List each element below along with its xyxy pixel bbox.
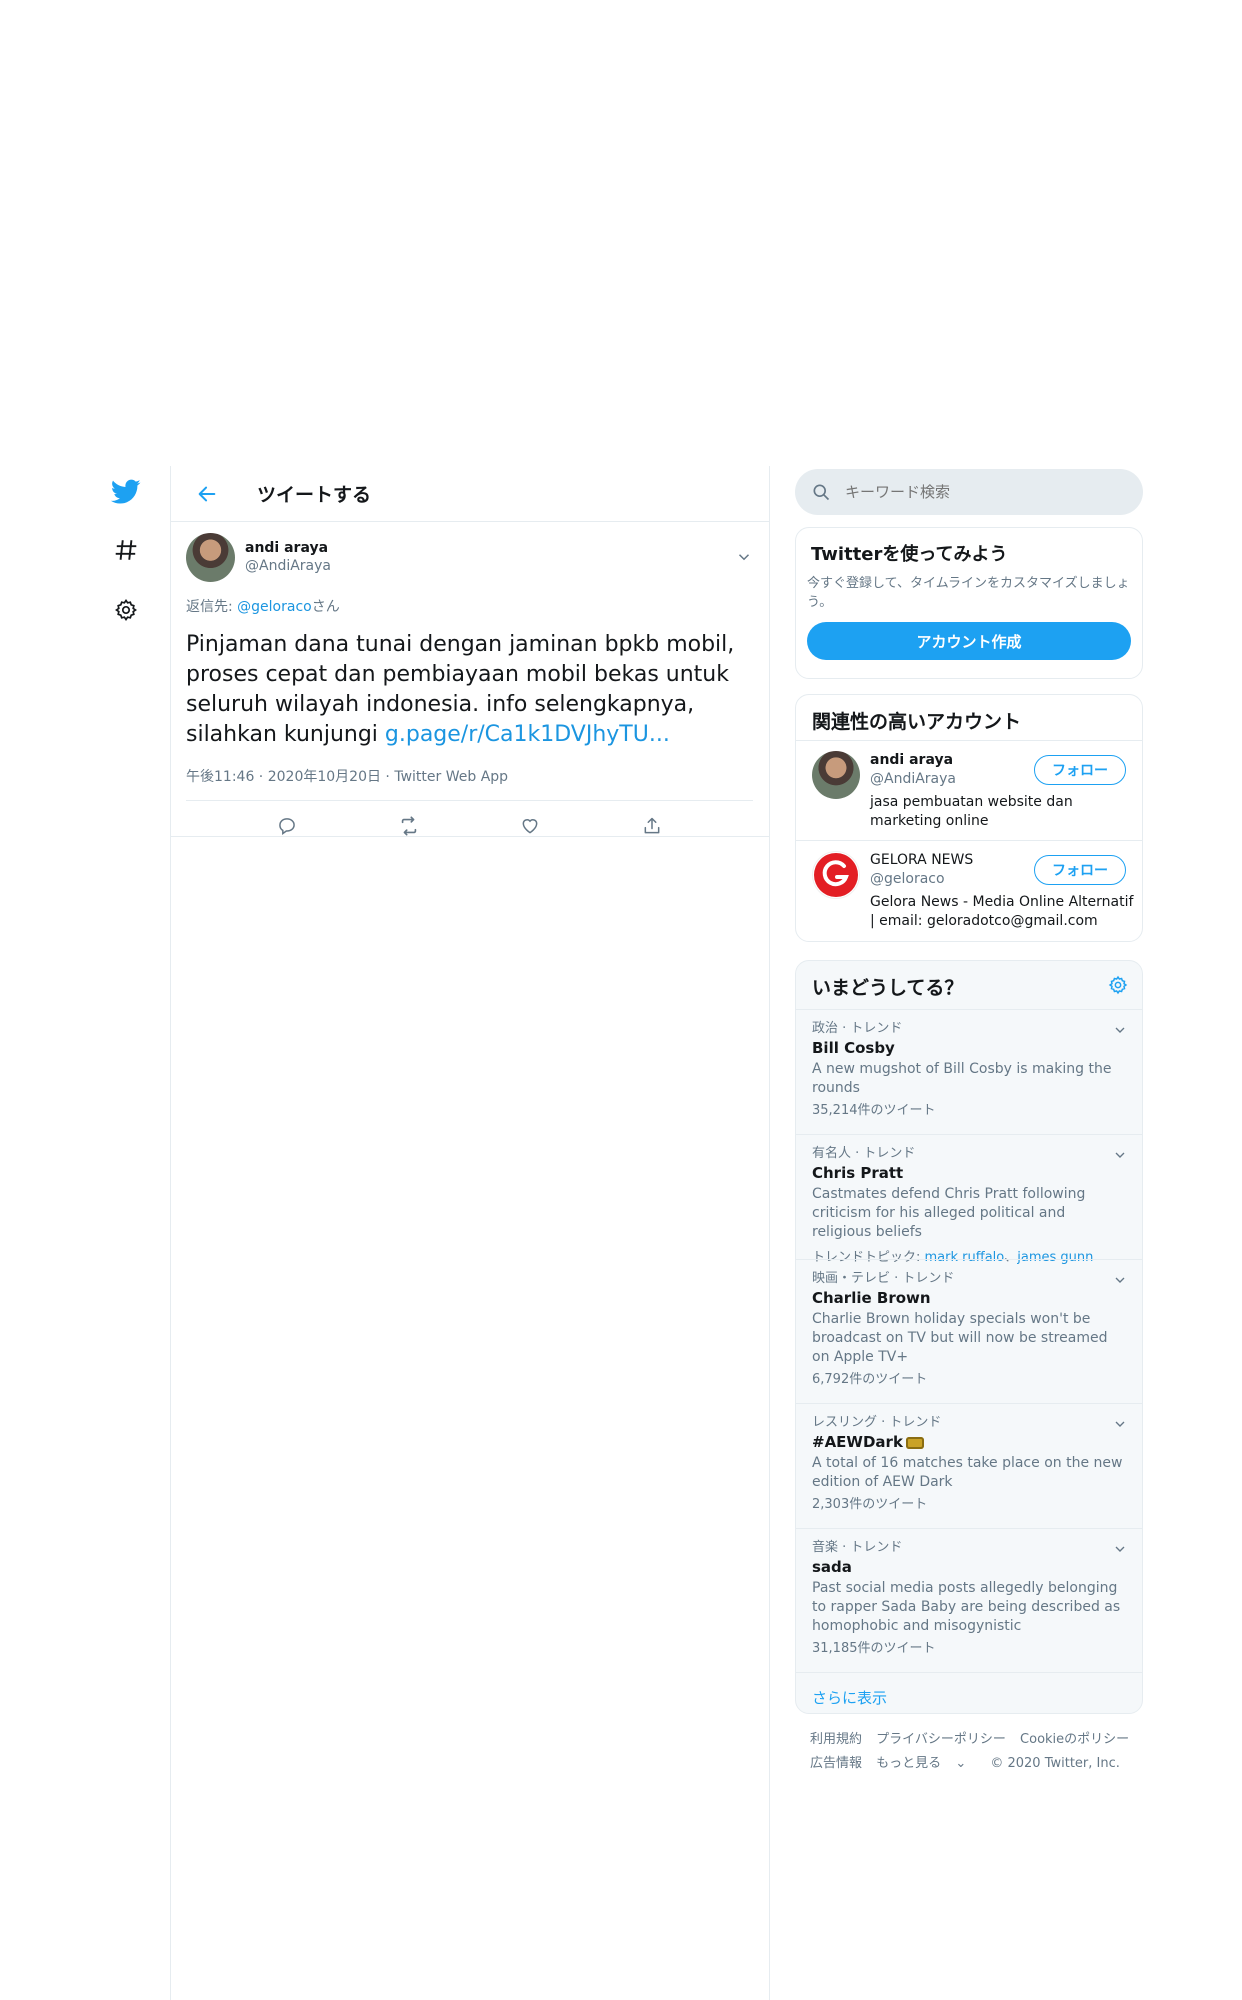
trends-title: いまどうしてる？ (812, 977, 964, 999)
footer-more-label[interactable]: もっと見る (876, 1756, 941, 1771)
trend-name[interactable]: #AEWDark (812, 1432, 1126, 1452)
trend-description: Past social media posts allegedly belong… (812, 1580, 1121, 1634)
reply-handle-link[interactable]: @geloraco (237, 599, 312, 615)
tweet-detail: andi araya @AndiAraya 返信先: @geloracoさん P… (171, 532, 769, 851)
page-header: ツイートする (171, 466, 769, 522)
trend-item[interactable]: 有名人 · トレンド Chris Pratt Castmates defend … (796, 1134, 1142, 1265)
related-title: 関連性の高いアカウント (812, 711, 1022, 733)
main-column: ツイートする andi araya @AndiAraya 返信先: @gelor… (170, 466, 770, 2000)
trend-item[interactable]: レスリング · トレンド #AEWDark A total of 16 matc… (796, 1403, 1142, 1528)
reply-context: 返信先: @geloracoさん (186, 596, 754, 616)
trend-item[interactable]: 音楽 · トレンド sada Past social media posts a… (796, 1528, 1142, 1672)
account-bio: jasa pembuatan website dan marketing onl… (870, 794, 1073, 829)
twitter-logo-icon[interactable] (110, 476, 142, 508)
footer-copyright: © 2020 Twitter, Inc. (990, 1756, 1120, 1771)
footer-ads-link[interactable]: 広告情報 (810, 1756, 862, 1771)
tweet-link[interactable]: g.page/r/Ca1k1DVJhyTU... (385, 722, 670, 747)
trend-name[interactable]: Chris Pratt (812, 1163, 1126, 1183)
tweet-author[interactable]: andi araya @AndiAraya (186, 532, 754, 582)
follow-button[interactable]: フォロー (1034, 855, 1126, 885)
trend-name[interactable]: Charlie Brown (812, 1288, 1126, 1308)
tweet-text: Pinjaman dana tunai dengan jaminan bpkb … (186, 630, 746, 750)
chevron-down-icon: ⌄ (955, 1756, 967, 1771)
signup-card: Twitterを使ってみよう 今すぐ登録して、タイムラインをカスタマイズしましょ… (795, 527, 1143, 679)
chevron-down-icon[interactable] (1112, 1147, 1128, 1163)
trend-description: Charlie Brown holiday specials won't be … (812, 1311, 1108, 1365)
trend-item[interactable]: 政治 · トレンド Bill Cosby A new mugshot of Bi… (796, 1009, 1142, 1134)
search-icon (813, 484, 830, 501)
related-account-item[interactable]: andi araya @AndiAraya jasa pembuatan web… (796, 740, 1142, 840)
trend-description: A new mugshot of Bill Cosby is making th… (812, 1061, 1112, 1096)
footer-privacy-link[interactable]: プライバシーポリシー (876, 1732, 1006, 1747)
related-accounts-card: 関連性の高いアカウント andi araya @AndiAraya jasa p… (795, 694, 1143, 942)
reply-suffix: さん (311, 599, 340, 615)
trend-category: 有名人 · トレンド (812, 1146, 916, 1161)
trends-card: いまどうしてる？ 政治 · トレンド Bill Cosby A new mugs… (795, 960, 1143, 1714)
trends-settings-gear-icon[interactable] (1108, 975, 1128, 999)
trend-name[interactable]: Bill Cosby (812, 1038, 1126, 1058)
trend-tweet-count: 31,185件のツイート (812, 1641, 936, 1656)
trend-tweet-count: 35,214件のツイート (812, 1103, 936, 1118)
trend-category: 映画・テレビ · トレンド (812, 1271, 955, 1286)
settings-gear-icon[interactable] (110, 594, 142, 626)
search-input[interactable] (845, 483, 1125, 501)
create-account-button[interactable]: アカウント作成 (807, 622, 1131, 660)
tweet-meta: 午後11:46 · 2020年10月20日 · Twitter Web App (186, 766, 753, 801)
avatar[interactable] (812, 751, 860, 799)
signup-description: 今すぐ登録して、タイムラインをカスタマイズしましょう。 (807, 576, 1130, 610)
page-title: ツイートする (257, 484, 372, 506)
gelora-logo-icon[interactable] (812, 851, 860, 899)
footer-terms-link[interactable]: 利用規約 (810, 1732, 862, 1747)
trend-description: A total of 16 matches take place on the … (812, 1455, 1123, 1490)
wrestling-belt-icon (905, 1436, 924, 1449)
chevron-down-icon[interactable] (1112, 1416, 1128, 1432)
search-box[interactable] (795, 469, 1143, 515)
trend-hashtag[interactable]: #AEWDark (812, 1433, 903, 1451)
follow-button[interactable]: フォロー (1034, 755, 1126, 785)
footer-more-link[interactable]: もっと見る ⌄ (876, 1756, 976, 1771)
author-handle[interactable]: @AndiAraya (245, 557, 331, 575)
footer-links: 利用規約 プライバシーポリシー Cookieのポリシー 広告情報 もっと見る ⌄… (810, 1728, 1140, 1776)
trend-tweet-count: 2,303件のツイート (812, 1497, 928, 1512)
back-arrow-icon[interactable] (189, 476, 225, 512)
chevron-down-icon[interactable] (1112, 1022, 1128, 1038)
trend-category: 政治 · トレンド (812, 1021, 903, 1036)
tweet-date[interactable]: 2020年10月20日 (268, 769, 381, 785)
explore-hashtag-icon[interactable] (110, 534, 142, 566)
reply-prefix: 返信先: (186, 599, 238, 615)
related-account-item[interactable]: GELORA NEWS @geloraco Gelora News - Medi… (796, 840, 1142, 940)
tweet-divider (171, 836, 769, 837)
author-name[interactable]: andi araya (245, 539, 331, 557)
tweet-time[interactable]: 午後11:46 (186, 769, 254, 785)
chevron-down-icon[interactable] (1112, 1272, 1128, 1288)
chevron-down-icon[interactable] (1112, 1541, 1128, 1557)
trend-category: レスリング · トレンド (812, 1415, 942, 1430)
trend-category: 音楽 · トレンド (812, 1540, 903, 1555)
trend-name[interactable]: sada (812, 1557, 1126, 1577)
tweet-actions (186, 801, 753, 851)
footer-cookies-link[interactable]: Cookieのポリシー (1020, 1732, 1129, 1747)
trend-tweet-count: 6,792件のツイート (812, 1372, 928, 1387)
trend-description: Castmates defend Chris Pratt following c… (812, 1186, 1086, 1240)
tweet-source[interactable]: Twitter Web App (394, 769, 508, 785)
account-bio: Gelora News - Media Online Alternatif | … (870, 894, 1134, 929)
signup-title: Twitterを使ってみよう (811, 544, 1008, 565)
trend-item[interactable]: 映画・テレビ · トレンド Charlie Brown Charlie Brow… (796, 1259, 1142, 1403)
chevron-down-icon[interactable] (735, 548, 753, 566)
show-more-link[interactable]: さらに表示 (796, 1672, 1142, 1713)
avatar[interactable] (186, 532, 235, 582)
